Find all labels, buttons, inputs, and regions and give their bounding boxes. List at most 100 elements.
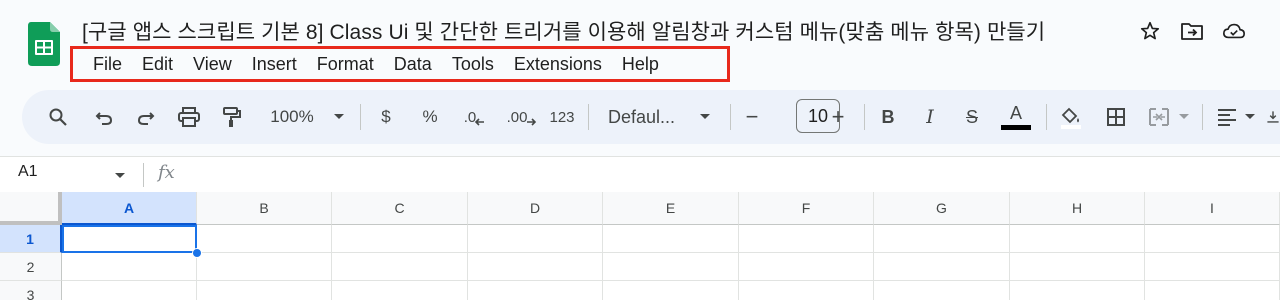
star-icon[interactable] [1138,19,1162,43]
cell-h2[interactable] [1010,253,1145,281]
formula-bar-separator [143,163,144,187]
text-color-button[interactable]: A [1000,99,1032,135]
menu-extensions[interactable]: Extensions [504,49,612,79]
cell-a2[interactable] [62,253,197,281]
text-color-letter: A [1009,103,1022,123]
currency-format-button[interactable]: $ [374,99,398,135]
cell-d2[interactable] [468,253,603,281]
menu-help[interactable]: Help [612,49,669,79]
cell-f1[interactable] [739,225,874,253]
cell-i3[interactable] [1145,281,1280,300]
name-box[interactable]: A1 [18,163,38,181]
bold-button[interactable]: B [876,99,900,135]
font-dropdown-icon[interactable] [696,99,714,135]
increase-decimal-button[interactable]: .00 [502,99,542,135]
toolbar-separator [1202,104,1203,130]
menu-format[interactable]: Format [307,49,384,79]
cell-e3[interactable] [603,281,739,300]
text-color-bar [1001,125,1031,130]
cell-f2[interactable] [739,253,874,281]
column-header-c[interactable]: C [332,192,468,225]
column-header-i[interactable]: I [1145,192,1280,225]
toolbar-separator [588,104,589,130]
document-title[interactable]: [구글 앱스 스크립트 기본 8] Class Ui 및 간단한 트리거를 이용… [82,16,1045,46]
cell-i1[interactable] [1145,225,1280,253]
fill-handle[interactable] [192,248,202,258]
vertical-align-icon[interactable] [1266,99,1280,135]
undo-icon[interactable] [90,99,118,135]
cell-h3[interactable] [1010,281,1145,300]
google-sheets-logo[interactable] [28,22,60,66]
horizontal-align-icon[interactable] [1214,99,1240,135]
row-header-2[interactable]: 2 [0,253,62,281]
menu-file[interactable]: File [83,49,132,79]
column-header-d[interactable]: D [468,192,603,225]
toolbar-separator [864,104,865,130]
cell-b3[interactable] [197,281,332,300]
name-box-dropdown-icon[interactable] [114,165,126,185]
cell-i2[interactable] [1145,253,1280,281]
decrease-font-size-button[interactable]: − [740,99,764,135]
font-family-select[interactable]: Defaul... [608,99,688,135]
increase-decimal-label: .00 [506,108,528,126]
merge-cells-icon[interactable] [1146,99,1172,135]
row-header-1[interactable]: 1 [0,225,62,253]
merge-dropdown-icon[interactable] [1176,99,1192,135]
select-all-corner[interactable] [0,192,62,225]
menu-tools[interactable]: Tools [442,49,504,79]
print-icon[interactable] [174,99,204,135]
align-dropdown-icon[interactable] [1242,99,1258,135]
toolbar-separator [730,104,731,130]
cell-c2[interactable] [332,253,468,281]
borders-icon[interactable] [1102,99,1130,135]
column-header-b[interactable]: B [197,192,332,225]
italic-button[interactable]: I [918,99,942,135]
spreadsheet-grid: A B C D E F G H I 1 2 3 [0,192,1280,300]
toolbar-separator [1046,104,1047,130]
redo-icon[interactable] [132,99,160,135]
menu-view[interactable]: View [183,49,242,79]
strikethrough-button[interactable]: S [960,99,984,135]
cell-g1[interactable] [874,225,1010,253]
search-menus-icon[interactable] [44,99,72,135]
cell-h1[interactable] [1010,225,1145,253]
fx-icon: fx [158,162,175,183]
move-to-folder-icon[interactable] [1180,19,1204,43]
row-header-3[interactable]: 3 [0,281,62,300]
cell-c3[interactable] [332,281,468,300]
toolbar: 100% $ % .0 .00 123 Defaul... − 10 + B I… [22,90,1280,144]
decrease-decimal-button[interactable]: .0 [458,99,492,135]
paint-format-icon[interactable] [218,99,246,135]
cell-e2[interactable] [603,253,739,281]
fill-color-icon[interactable] [1056,99,1086,135]
column-header-f[interactable]: F [739,192,874,225]
zoom-dropdown-icon[interactable] [330,99,348,135]
title-icons [1138,19,1246,43]
percent-format-button[interactable]: % [418,99,442,135]
formula-bar: A1 fx [0,156,1280,192]
column-header-a[interactable]: A [62,192,197,225]
menu-insert[interactable]: Insert [242,49,307,79]
column-header-g[interactable]: G [874,192,1010,225]
zoom-select[interactable]: 100% [262,99,322,135]
cell-d1[interactable] [468,225,603,253]
column-header-h[interactable]: H [1010,192,1145,225]
cloud-status-icon[interactable] [1222,19,1246,43]
cell-a1-selected[interactable] [62,225,197,253]
cell-c1[interactable] [332,225,468,253]
header: [구글 앱스 스크립트 기본 8] Class Ui 및 간단한 트리거를 이용… [0,0,1280,90]
cell-b2[interactable] [197,253,332,281]
cell-a3[interactable] [62,281,197,300]
menu-bar: File Edit View Insert Format Data Tools … [70,46,730,82]
increase-font-size-button[interactable]: + [826,99,850,135]
cell-e1[interactable] [603,225,739,253]
menu-data[interactable]: Data [384,49,442,79]
menu-edit[interactable]: Edit [132,49,183,79]
cell-g2[interactable] [874,253,1010,281]
column-header-e[interactable]: E [603,192,739,225]
cell-b1[interactable] [197,225,332,253]
cell-d3[interactable] [468,281,603,300]
more-formats-button[interactable]: 123 [546,99,578,135]
cell-g3[interactable] [874,281,1010,300]
cell-f3[interactable] [739,281,874,300]
